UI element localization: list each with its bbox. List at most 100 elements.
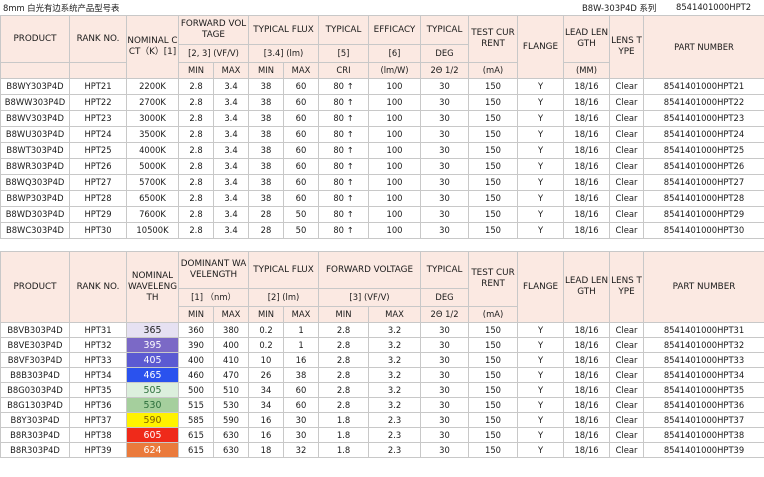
cell-vmin: 2.8: [178, 142, 214, 159]
angle2-label: 2Θ 1/2: [420, 306, 470, 323]
cell-flange: Y: [517, 158, 564, 175]
cell-part: 8541401000HPT27: [643, 174, 764, 191]
cell-rank: HPT36: [69, 397, 127, 413]
cell-vmin: 2.8: [178, 110, 214, 127]
fv2-max: MAX: [368, 306, 422, 323]
cell-rank: HPT35: [69, 382, 127, 398]
cell-lens: Clear: [609, 337, 645, 353]
cell-fmin: 38: [248, 94, 284, 111]
cell-lens: Clear: [609, 412, 645, 428]
cell-ma: 150: [468, 412, 519, 428]
cell-lens: Clear: [609, 442, 645, 458]
cell-eff: 100: [368, 110, 421, 127]
cell-rank: HPT37: [69, 412, 127, 428]
cell-fmin: 38: [248, 110, 284, 127]
cell-rank: HPT38: [69, 427, 127, 443]
table-row: B8WD303P4D HPT29 7600K 2.8 3.4 28 50 80 ↑ 100 30 1…: [0, 206, 764, 223]
cell-fmin: 10: [248, 352, 285, 368]
cell-dmax: 630: [212, 442, 250, 458]
cell-lead: 18/16: [563, 110, 610, 127]
cell-vmin: 2.8: [178, 158, 214, 175]
cell-deg: 30: [420, 427, 470, 443]
fv-min: MIN: [178, 62, 214, 79]
flux-units: [3.4] (lm): [248, 44, 319, 63]
cell-part: 8541401000HPT26: [643, 158, 764, 175]
table-row: B8WW303P4D HPT22 2700K 2.8 3.4 38 60 80 ↑ 100 30 1…: [0, 94, 764, 111]
cell-fmin: 18: [248, 442, 285, 458]
cell-deg: 30: [420, 337, 470, 353]
cell-product: B8VF303P4D: [0, 352, 70, 368]
cell-ma: 150: [468, 126, 518, 143]
table-row: B8WP303P4D HPT28 6500K 2.8 3.4 38 60 80 ↑ 100 30 1…: [0, 190, 764, 207]
cell-fmin: 38: [248, 158, 284, 175]
cell-part: 8541401000HPT34: [643, 367, 764, 383]
cell-fmin: 34: [248, 382, 285, 398]
cell-vmin: 2.8: [318, 367, 370, 383]
cell-lead: 18/16: [563, 206, 610, 223]
cell-deg: 30: [420, 382, 470, 398]
flux-max: MAX: [283, 62, 319, 79]
cell-rank: HPT27: [69, 174, 127, 191]
cell-lead: 18/16: [563, 412, 611, 428]
cell-cri: 80 ↑: [318, 142, 369, 159]
cell-lead: 18/16: [563, 142, 610, 159]
cell-cri: 80 ↑: [318, 78, 369, 95]
cell-fmin: 38: [248, 190, 284, 207]
dom-min: MIN: [178, 306, 214, 323]
cell-vmax: 3.2: [368, 352, 422, 368]
series-label: B8W-303P4D 系列: [582, 3, 657, 13]
product-spacer: [0, 62, 70, 79]
cell-ma: 150: [468, 206, 518, 223]
cell-wl: 395: [126, 337, 179, 353]
cell-fmax: 60: [283, 142, 319, 159]
cell-lead: 18/16: [563, 222, 610, 239]
cell-dmax: 630: [212, 427, 250, 443]
cell-rank: HPT24: [69, 126, 127, 143]
cell-vmin: 2.8: [178, 174, 214, 191]
cell-dmin: 360: [178, 322, 214, 338]
cell-cri: 80 ↑: [318, 190, 369, 207]
cell-ma: 150: [468, 78, 518, 95]
cell-flange: Y: [517, 352, 565, 368]
cell-eff: 100: [368, 222, 421, 239]
cell-vmax: 3.2: [368, 382, 422, 398]
cell-vmin: 2.8: [178, 222, 214, 239]
cell-lead: 18/16: [563, 126, 610, 143]
table-row: B8WQ303P4D HPT27 5700K 2.8 3.4 38 60 80 ↑ 100 30 1…: [0, 174, 764, 191]
cell-rank: HPT26: [69, 158, 127, 175]
cell-flange: Y: [517, 94, 564, 111]
cell-product: B8WD303P4D: [0, 206, 70, 223]
cell-lens: Clear: [609, 78, 644, 95]
cell-part: 8541401000HPT21: [643, 78, 764, 95]
flux-min: MIN: [248, 62, 284, 79]
col2-lens-type: LENS TYPE: [609, 251, 645, 323]
cell-dmax: 590: [212, 412, 250, 428]
col-typical: TYPICAL: [318, 15, 369, 45]
cell-part: 8541401000HPT31: [643, 322, 764, 338]
cell-lead: 18/16: [563, 352, 611, 368]
cell-fmin: 34: [248, 397, 285, 413]
cell-part: 8541401000HPT25: [643, 142, 764, 159]
cell-lens: Clear: [609, 94, 644, 111]
cell-fmin: 16: [248, 427, 285, 443]
cell-vmin: 2.8: [178, 190, 214, 207]
cell-deg: 30: [420, 110, 469, 127]
cell-product: B8WW303P4D: [0, 94, 70, 111]
cell-fmax: 60: [283, 110, 319, 127]
cell-cct: 3500K: [126, 126, 179, 143]
col-forward-voltage: FORWARD VOLTAGE: [178, 15, 249, 45]
cell-dmax: 410: [212, 352, 250, 368]
cell-dmin: 585: [178, 412, 214, 428]
cell-vmax: 3.4: [213, 206, 249, 223]
cell-part: 8541401000HPT28: [643, 190, 764, 207]
col-typical-flux: TYPICAL FLUX: [248, 15, 319, 45]
col2-part-number: PART NUMBER: [643, 251, 764, 323]
cell-vmin: 2.8: [318, 382, 370, 398]
cell-flange: Y: [517, 190, 564, 207]
table-row: B8VB303P4D HPT31 365 360 380 0.2 1 2.8 3.2 30 150 Y…: [0, 322, 764, 338]
table-row: B8Y303P4D HPT37 590 585 590 16 30 1.8 2.3 30 150 Y 1…: [0, 412, 764, 428]
cell-vmin: 2.8: [318, 352, 370, 368]
cell-lens: Clear: [609, 206, 644, 223]
cell-flange: Y: [517, 412, 565, 428]
cell-dmin: 500: [178, 382, 214, 398]
